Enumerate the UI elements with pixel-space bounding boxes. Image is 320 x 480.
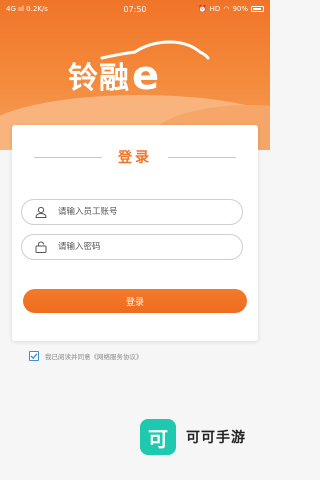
login-title: 登录 [118, 150, 152, 166]
watermark: 可 可可手游 [140, 419, 246, 455]
status-bar: 4G ııl 0.2K/s 07:50 ⏰ HD ◠ 90% [0, 0, 270, 18]
hd-label: HD [209, 5, 221, 13]
agreement-link[interactable]: 《网络服务协议》 [91, 351, 143, 361]
divider-right [168, 156, 236, 158]
alarm-icon: ⏰ [197, 5, 207, 13]
battery-percent: 90% [232, 5, 248, 13]
logo-text: 铃融 [68, 61, 130, 96]
username-field[interactable] [21, 199, 243, 225]
username-input[interactable] [58, 207, 228, 217]
password-field[interactable] [21, 234, 243, 260]
watermark-logo: 可 [140, 419, 176, 455]
status-time: 07:50 [123, 4, 147, 14]
agreement-text: 我已阅读并同意 [45, 353, 91, 361]
login-card: 登录 登录 [12, 125, 258, 341]
login-button[interactable]: 登录 [23, 289, 247, 313]
watermark-text: 可可手游 [186, 430, 246, 446]
status-right: ⏰ HD ◠ 90% [178, 5, 264, 13]
divider-left [34, 156, 102, 158]
network-status: 4G ııl 0.2K/s [6, 5, 48, 13]
app-logo: 铃融 e [68, 40, 210, 99]
agreement-checkbox[interactable] [29, 351, 39, 361]
lock-icon [34, 240, 48, 254]
battery-icon [251, 6, 264, 12]
logo-e: e [132, 53, 160, 99]
wifi-icon: ◠ [223, 5, 230, 13]
check-icon [30, 353, 38, 360]
password-input[interactable] [58, 242, 228, 252]
agreement-row: 我已阅读并同意 《网络服务协议》 [29, 351, 143, 361]
car-outline-icon [100, 40, 210, 60]
user-icon [34, 205, 48, 219]
login-title-row: 登录 [12, 147, 258, 167]
